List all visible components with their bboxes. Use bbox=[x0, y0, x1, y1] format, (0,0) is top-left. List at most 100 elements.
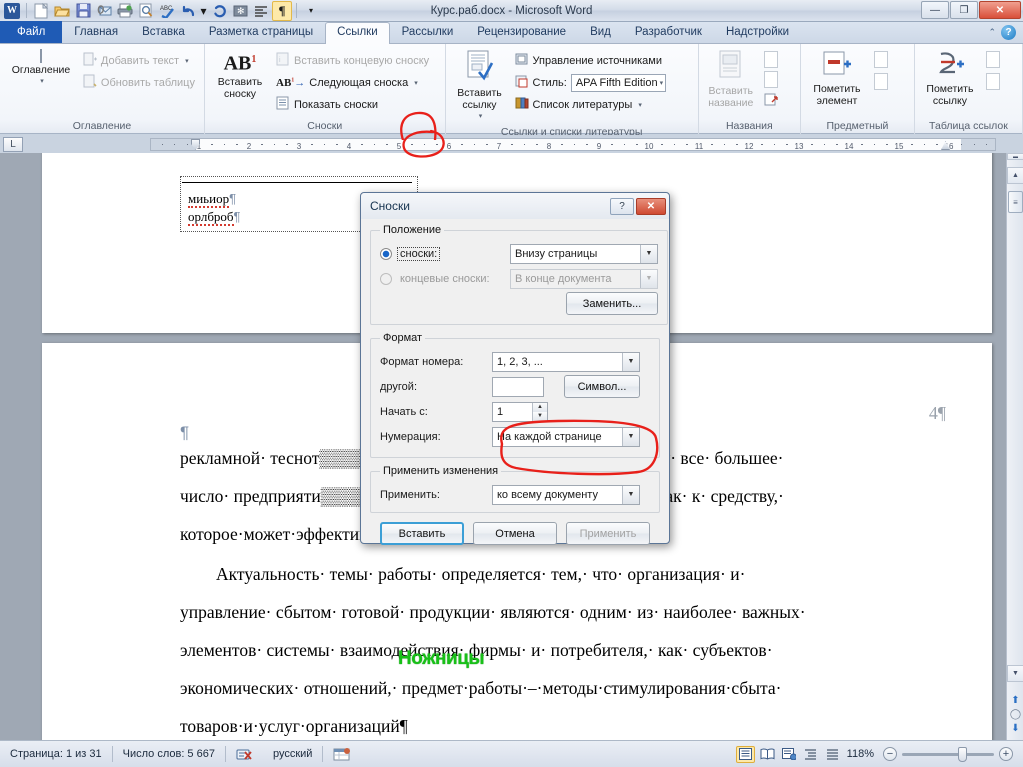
insert-index-button[interactable] bbox=[871, 50, 891, 70]
ribbon-tab-bar[interactable]: Файл Главная Вставка Разметка страницы С… bbox=[0, 21, 1023, 44]
zoom-slider-track[interactable] bbox=[902, 746, 994, 762]
zoom-slider-thumb[interactable] bbox=[958, 746, 967, 762]
web-layout-view-icon[interactable] bbox=[780, 746, 799, 763]
update-index-button[interactable] bbox=[871, 72, 891, 92]
print-preview-icon[interactable] bbox=[136, 1, 156, 21]
footnote-location-combobox[interactable]: Внизу страницы ▼ bbox=[510, 243, 658, 264]
zoom-controls[interactable]: 118% − + bbox=[847, 746, 1023, 762]
tab-developer[interactable]: Разработчик bbox=[623, 22, 714, 43]
word-logo-icon[interactable]: W bbox=[2, 1, 22, 21]
insert-endnote-button[interactable]: i Вставить концевую сноску bbox=[273, 51, 432, 70]
cross-reference-button[interactable] bbox=[761, 91, 782, 110]
start-at-spinner[interactable]: 1 ▲ ▼ bbox=[492, 401, 548, 422]
quick-access-toolbar[interactable]: W ABC ▾ ✻ ¶ ▾ bbox=[0, 0, 321, 21]
custom-mark-input[interactable] bbox=[492, 376, 544, 397]
next-page-icon[interactable]: ⬇ bbox=[1011, 723, 1019, 734]
tab-addins[interactable]: Надстройки bbox=[714, 22, 801, 43]
toc-button[interactable]: Оглавление ▾ bbox=[4, 48, 78, 90]
print-layout-view-icon[interactable] bbox=[735, 745, 755, 763]
tab-references[interactable]: Ссылки bbox=[325, 22, 390, 44]
tab-home[interactable]: Главная bbox=[62, 22, 130, 43]
status-word-count[interactable]: Число слов: 5 667 bbox=[113, 748, 225, 760]
tab-review[interactable]: Рецензирование bbox=[465, 22, 578, 43]
numbering-caret-icon[interactable]: ▼ bbox=[622, 427, 639, 446]
new-document-icon[interactable] bbox=[31, 1, 51, 21]
insert-button[interactable]: Вставить bbox=[380, 522, 464, 545]
update-table-of-authorities-button[interactable] bbox=[983, 72, 1003, 92]
spelling-check-icon[interactable]: ABC bbox=[157, 1, 177, 21]
status-proofing-icon[interactable] bbox=[226, 747, 263, 762]
footnote-location-caret-icon[interactable]: ▼ bbox=[640, 244, 657, 263]
insert-caption-button[interactable]: Вставить название bbox=[703, 48, 759, 111]
citation-style-caret-icon[interactable]: ▾ bbox=[660, 79, 664, 87]
show-formatting-marks-icon[interactable]: ¶ bbox=[272, 0, 292, 21]
add-text-caret-icon[interactable]: ▾ bbox=[185, 57, 189, 65]
footnotes-radio[interactable] bbox=[380, 247, 392, 260]
zoom-out-button[interactable]: − bbox=[883, 747, 897, 761]
horizontal-ruler[interactable]: 1 2 3 4 5 6 7 8 9 10 11 12 13 14 15 16 bbox=[150, 138, 996, 151]
endnotes-radio[interactable] bbox=[380, 272, 392, 285]
insert-table-of-figures-button[interactable] bbox=[761, 50, 782, 70]
undo-icon[interactable] bbox=[178, 1, 198, 21]
tab-page-layout[interactable]: Разметка страницы bbox=[197, 22, 325, 43]
footnote-endnote-dialog[interactable]: Сноски ? ✕ Положение сноски: Внизу стран… bbox=[360, 192, 670, 545]
redo-icon[interactable] bbox=[209, 1, 229, 21]
scroll-down-button[interactable]: ▼ bbox=[1007, 665, 1023, 682]
help-icon[interactable]: ? bbox=[1001, 25, 1016, 40]
tab-file[interactable]: Файл bbox=[0, 21, 63, 43]
open-folder-icon[interactable] bbox=[52, 1, 72, 21]
view-mode-buttons[interactable] bbox=[735, 745, 847, 763]
dialog-close-button[interactable]: ✕ bbox=[636, 197, 666, 215]
insert-citation-button[interactable]: Вставить ссылку ▾ bbox=[450, 48, 510, 125]
outline-view-icon[interactable] bbox=[802, 746, 821, 763]
tab-insert[interactable]: Вставка bbox=[130, 22, 197, 43]
manage-sources-button[interactable]: Управление источниками bbox=[512, 51, 670, 70]
customize-qat-icon[interactable]: ▾ bbox=[301, 1, 321, 21]
close-button[interactable]: ✕ bbox=[979, 1, 1021, 19]
full-screen-reading-view-icon[interactable] bbox=[758, 746, 777, 763]
insert-object-icon[interactable]: ✻ bbox=[230, 1, 250, 21]
select-browse-object-icon[interactable]: ◯ bbox=[1010, 709, 1021, 720]
footnotes-radio-label[interactable]: сноски: bbox=[397, 246, 441, 261]
insert-footnote-button[interactable]: AB1 Вставить сноску bbox=[209, 48, 271, 102]
scrollbar-thumb[interactable]: ≡ bbox=[1008, 191, 1023, 213]
zoom-in-button[interactable]: + bbox=[999, 747, 1013, 761]
print-icon[interactable] bbox=[115, 1, 135, 21]
zoom-level-label[interactable]: 118% bbox=[847, 748, 874, 760]
convert-button[interactable]: Заменить... bbox=[566, 292, 658, 315]
tab-view[interactable]: Вид bbox=[578, 22, 623, 43]
previous-page-icon[interactable]: ⬆ bbox=[1011, 695, 1019, 706]
show-notes-button[interactable]: Показать сноски bbox=[273, 95, 432, 114]
restore-button[interactable]: ❐ bbox=[950, 1, 978, 19]
tab-mailings[interactable]: Рассылки bbox=[390, 22, 466, 43]
scroll-up-button[interactable]: ▲ bbox=[1007, 167, 1023, 184]
select-browse-object-controls[interactable]: ⬆ ◯ ⬇ bbox=[1009, 695, 1022, 734]
apply-to-caret-icon[interactable]: ▼ bbox=[622, 485, 639, 504]
mark-citation-button[interactable]: Пометить ссылку bbox=[919, 48, 981, 109]
toc-caret-icon[interactable]: ▾ bbox=[40, 76, 44, 88]
status-macro-icon[interactable] bbox=[323, 747, 361, 762]
paragraph-list-icon[interactable] bbox=[251, 1, 271, 21]
update-captions-table-button[interactable] bbox=[761, 70, 782, 90]
numbering-combobox[interactable]: На каждой странице ▼ bbox=[492, 426, 640, 447]
add-text-button[interactable]: Добавить текст ▾ bbox=[80, 51, 198, 70]
endnotes-radio-label[interactable]: концевые сноски: bbox=[397, 272, 493, 286]
symbol-button[interactable]: Символ... bbox=[564, 375, 640, 398]
cancel-button[interactable]: Отмена bbox=[473, 522, 557, 545]
save-icon[interactable] bbox=[73, 1, 93, 21]
apply-to-combobox[interactable]: ко всему документу ▼ bbox=[492, 484, 640, 505]
number-format-caret-icon[interactable]: ▼ bbox=[622, 352, 639, 371]
mark-entry-button[interactable]: Пометить элемент bbox=[805, 48, 869, 109]
insert-citation-caret-icon[interactable]: ▾ bbox=[479, 111, 483, 123]
window-controls[interactable]: — ❐ ✕ bbox=[921, 1, 1021, 19]
update-table-button[interactable]: Обновить таблицу bbox=[80, 73, 198, 92]
tab-stop-selector[interactable]: L bbox=[3, 137, 23, 152]
start-at-spin-arrows[interactable]: ▲ ▼ bbox=[532, 402, 547, 421]
citation-style-row[interactable]: Стиль: APA Fifth Edition ▾ bbox=[512, 73, 670, 92]
number-format-combobox[interactable]: 1, 2, 3, ... ▼ bbox=[492, 351, 640, 372]
undo-dropdown-icon[interactable]: ▾ bbox=[199, 1, 208, 21]
scroll-split-handle[interactable]: ▬ bbox=[1007, 153, 1023, 160]
dialog-help-button[interactable]: ? bbox=[610, 197, 634, 215]
vertical-scrollbar[interactable]: ▬ ▲ ≡ ▼ ⬆ ◯ ⬇ bbox=[1006, 153, 1023, 740]
next-footnote-caret-icon[interactable]: ▾ bbox=[414, 79, 418, 87]
